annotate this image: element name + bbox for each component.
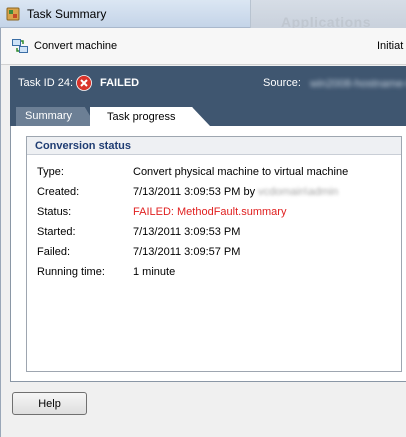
dialog-header: Convert machine Initiat	[1, 28, 406, 65]
help-button[interactable]: Help	[12, 392, 87, 415]
tab-content: Conversion status Type: Convert physical…	[10, 126, 406, 382]
error-icon	[76, 75, 92, 91]
app-icon	[6, 7, 20, 21]
task-status-banner: Task ID 24: FAILED Source: win2008-hostn…	[10, 66, 406, 104]
row-label: Created:	[37, 186, 80, 198]
row-label: Failed:	[37, 246, 71, 258]
row-value: Convert physical machine to virtual mach…	[133, 166, 349, 178]
row-label: Running time:	[37, 266, 105, 278]
tab-strip: Summary Task progress	[10, 104, 406, 126]
row-value-wrap: 7/13/2011 3:09:53 PM by vcdomain\admin	[133, 186, 338, 198]
initiated-label: Initiat	[377, 40, 404, 52]
tab-summary[interactable]: Summary	[16, 107, 96, 126]
task-type-label: Convert machine	[34, 40, 118, 52]
task-summary-dialog: Convert machine Initiat Task ID 24: FAIL…	[0, 28, 406, 437]
task-id: Task ID 24:	[18, 77, 74, 89]
row-value: 7/13/2011 3:09:53 PM	[133, 226, 241, 238]
row-label: Type:	[37, 166, 64, 178]
source-value: win2008-hostname-01	[310, 78, 406, 90]
row-label: Started:	[37, 226, 76, 238]
row-value: 7/13/2011 3:09:53 PM by	[133, 186, 256, 198]
source-label: Source:	[263, 77, 301, 89]
convert-machine-icon	[12, 39, 28, 53]
tab-task-progress[interactable]: Task progress	[90, 107, 210, 126]
background-window: Applications	[250, 0, 406, 30]
row-label: Status:	[37, 206, 72, 218]
title-bar: Task Summary Applications	[0, 0, 406, 30]
created-by-user: vcdomain\admin	[258, 186, 339, 198]
row-value: 1 minute	[133, 266, 176, 278]
task-status: FAILED	[100, 77, 140, 89]
row-value: 7/13/2011 3:09:57 PM	[133, 246, 241, 258]
conversion-status-title: Conversion status	[27, 137, 401, 155]
status-error-value: FAILED: MethodFault.summary	[133, 206, 287, 218]
conversion-status-group: Conversion status Type: Convert physical…	[26, 136, 402, 372]
window-title: Task Summary	[27, 7, 107, 21]
